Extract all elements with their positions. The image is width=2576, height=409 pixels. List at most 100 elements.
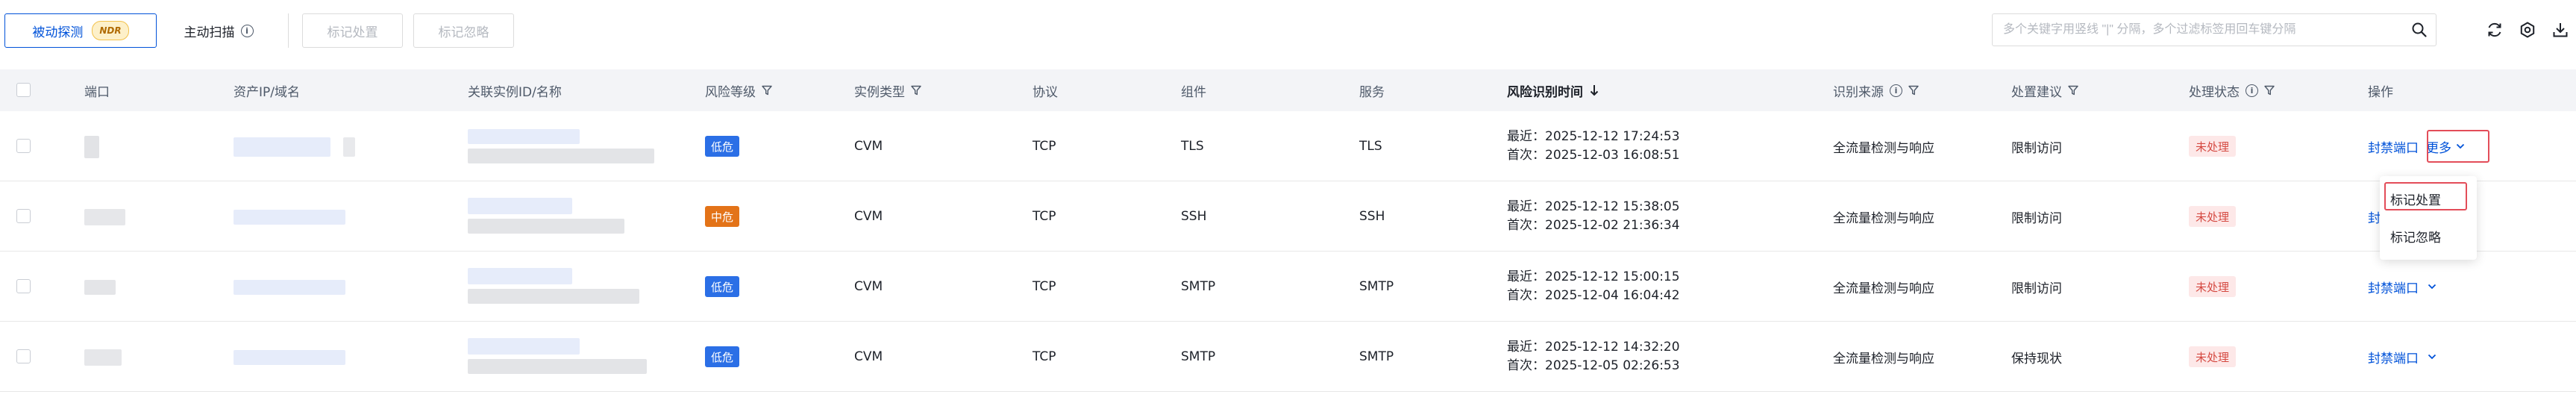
protocol-cell: TCP [1032,139,1056,154]
menu-item-mark-ignored[interactable]: 标记忽略 [2380,218,2477,254]
header-risk-level-label: 风险等级 [705,84,756,100]
chevron-down-icon [2428,354,2436,360]
search-box [1992,13,2436,46]
protocol-cell: TCP [1032,279,1056,294]
download-icon[interactable] [2550,19,2571,40]
info-icon[interactable]: i [2246,84,2258,97]
row-checkbox[interactable] [16,209,31,223]
table-row: 低危 CVM TCP TLS TLS 最近：2025-12-12 17:24:5… [0,111,2576,181]
first-time: 首次：2025-12-03 16:08:51 [1507,148,1680,163]
risk-time-cell: 最近：2025-12-12 15:00:15 首次：2025-12-04 16:… [1507,252,1680,322]
select-all-checkbox[interactable] [16,83,31,97]
component-cell: TLS [1181,139,1204,154]
more-actions-link[interactable] [2426,354,2436,360]
header-suggestion: 处置建议 [2011,69,2078,111]
search-icon[interactable] [2403,15,2436,45]
protocol-cell: TCP [1032,209,1056,224]
asset-redacted [343,137,355,157]
component-cell: SMTP [1181,349,1216,364]
active-scan-tab[interactable]: 主动扫描 i [163,13,275,48]
header-instance: 关联实例ID/名称 [468,84,562,100]
port-redacted [84,280,116,295]
recent-time: 最近：2025-12-12 15:38:05 [1507,199,1680,214]
info-icon[interactable]: i [240,24,254,37]
header-status: 处理状态 i [2189,69,2275,111]
risk-time-cell: 最近：2025-12-12 17:24:53 首次：2025-12-03 16:… [1507,111,1680,181]
more-actions-link[interactable] [2426,284,2436,290]
instance-type-cell: CVM [854,139,883,154]
source-cell: 全流量检测与响应 [1833,140,1934,156]
risk-time-cell: 最近：2025-12-12 15:38:05 首次：2025-12-02 21:… [1507,181,1680,252]
gear-icon[interactable] [2517,19,2538,40]
instance-id-redacted [468,129,580,144]
table-row: 中危 CVM TCP SSH SSH 最近：2025-12-12 15:38:0… [0,181,2576,252]
instance-type-cell: CVM [854,349,883,364]
refresh-icon[interactable] [2484,19,2505,40]
table-header: 端口 资产IP/域名 关联实例ID/名称 风险等级 实例类型 协议 组件 服务 … [0,69,2576,111]
service-cell: SMTP [1359,349,1394,364]
suggestion-cell: 限制访问 [2011,210,2062,226]
instance-name-redacted [468,219,624,234]
table-row: 低危 CVM TCP SMTP SMTP 最近：2025-12-12 14:32… [0,322,2576,392]
mark-ignored-button[interactable]: 标记忽略 [413,13,514,48]
status-badge: 未处理 [2189,206,2237,227]
service-cell: SMTP [1359,279,1394,294]
row-checkbox[interactable] [16,279,31,293]
search-input[interactable] [1993,14,2403,46]
info-icon[interactable]: i [1890,84,1902,97]
toolbar-divider [288,13,289,48]
header-component: 组件 [1181,84,1206,100]
recent-time: 最近：2025-12-12 17:24:53 [1507,129,1680,144]
passive-detection-tab[interactable]: 被动探测 NDR [4,13,157,48]
row-checkbox[interactable] [16,349,31,363]
filter-icon[interactable] [1908,85,1919,96]
header-service: 服务 [1359,84,1385,100]
instance-id-redacted [468,268,572,284]
header-risk-time[interactable]: 风险识别时间 [1507,69,1599,111]
action-cell: 封禁端口 [2368,322,2436,392]
sort-desc-icon[interactable] [1589,84,1599,96]
instance-type-cell: CVM [854,279,883,294]
mark-handled-highlight [2384,182,2467,210]
asset-redacted [234,280,345,295]
asset-redacted [234,210,345,225]
status-badge: 未处理 [2189,276,2237,297]
filter-icon[interactable] [2264,85,2275,96]
asset-redacted [234,350,345,365]
recent-time: 最近：2025-12-12 15:00:15 [1507,269,1680,284]
status-badge: 未处理 [2189,136,2237,157]
instance-name-redacted [468,149,654,163]
first-time: 首次：2025-12-05 02:26:53 [1507,358,1680,373]
passive-detection-label: 被动探测 [32,25,84,40]
risk-level-badge: 中危 [705,206,740,227]
service-cell: SSH [1359,209,1385,224]
ndr-badge: NDR [92,21,129,40]
more-actions-highlight [2427,130,2489,163]
header-status-label: 处理状态 [2189,84,2240,100]
risk-level-badge: 低危 [705,136,740,157]
source-cell: 全流量检测与响应 [1833,281,1934,296]
component-cell: SSH [1181,209,1207,224]
first-time: 首次：2025-12-04 16:04:42 [1507,288,1680,303]
filter-icon[interactable] [2068,85,2078,96]
asset-redacted [234,137,330,157]
header-protocol: 协议 [1032,84,1058,100]
block-port-link[interactable]: 封禁端口 [2368,137,2419,156]
block-port-link[interactable]: 封禁端口 [2368,348,2419,366]
header-asset: 资产IP/域名 [234,84,300,100]
component-cell: SMTP [1181,279,1216,294]
filter-icon[interactable] [911,85,921,96]
suggestion-cell: 保持现状 [2011,351,2062,366]
port-redacted [84,136,99,158]
port-redacted [84,209,125,225]
filter-icon[interactable] [762,85,772,96]
header-action: 操作 [2368,84,2393,100]
header-source-label: 识别来源 [1833,84,1884,100]
port-redacted [84,349,122,366]
row-checkbox[interactable] [16,139,31,153]
active-scan-label: 主动扫描 [184,25,235,40]
toolbar: 被动探测 NDR 主动扫描 i 标记处置 标记忽略 [0,0,2576,61]
block-port-link[interactable]: 封禁端口 [2368,278,2419,296]
service-cell: TLS [1359,139,1382,154]
mark-handled-button[interactable]: 标记处置 [302,13,403,48]
